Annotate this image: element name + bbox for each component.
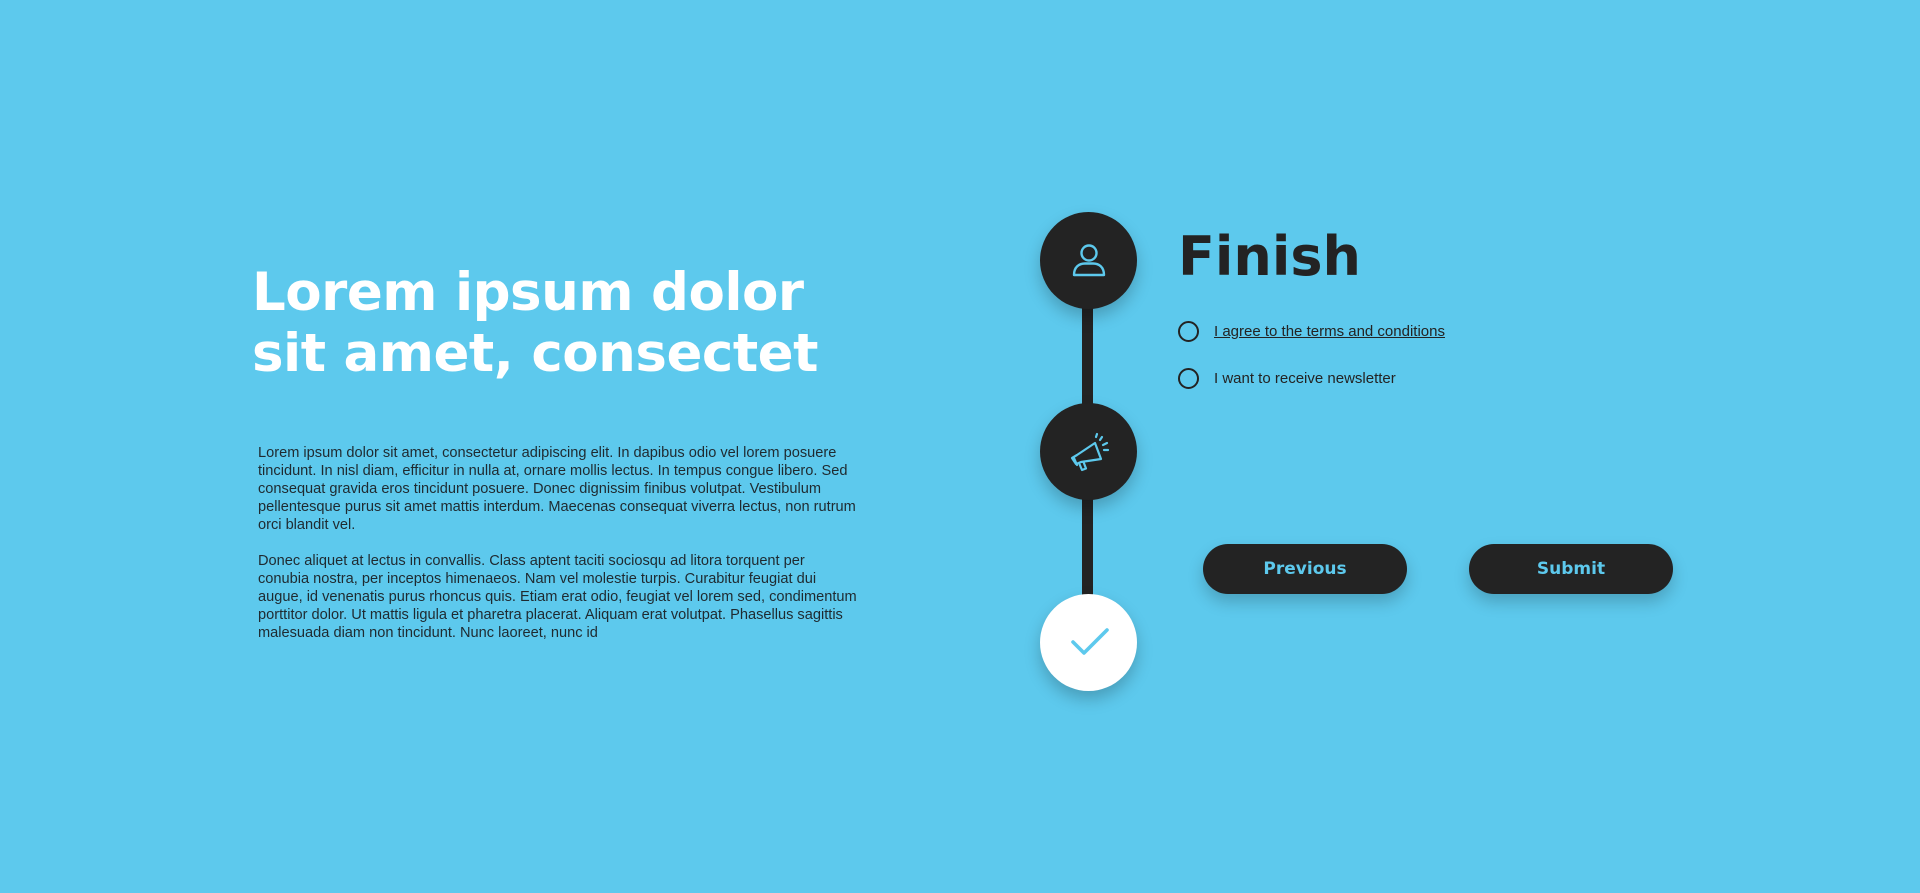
page: Lorem ipsum dolor sit amet, consectet Lo… bbox=[0, 0, 1920, 893]
paragraph: Donec aliquet at lectus in convallis. Cl… bbox=[258, 553, 857, 641]
headline: Lorem ipsum dolor sit amet, consectet bbox=[252, 262, 818, 384]
intro-text: Lorem ipsum dolor sit amet, consectetur … bbox=[258, 444, 858, 660]
terms-radio[interactable] bbox=[1178, 321, 1199, 342]
checkmark-icon bbox=[1070, 627, 1109, 655]
newsletter-label: I want to receive newsletter bbox=[1214, 370, 1396, 387]
submit-button[interactable]: Submit bbox=[1469, 544, 1673, 594]
user-icon bbox=[1072, 243, 1105, 276]
newsletter-radio[interactable] bbox=[1178, 368, 1199, 389]
terms-option[interactable]: I agree to the terms and conditions bbox=[1178, 321, 1445, 342]
step-finish[interactable] bbox=[1040, 594, 1137, 691]
previous-button[interactable]: Previous bbox=[1203, 544, 1407, 594]
step-title: Finish bbox=[1178, 225, 1361, 288]
step-announcement[interactable] bbox=[1040, 403, 1137, 500]
megaphone-icon bbox=[1070, 432, 1109, 471]
terms-label[interactable]: I agree to the terms and conditions bbox=[1214, 323, 1445, 340]
newsletter-option[interactable]: I want to receive newsletter bbox=[1178, 368, 1396, 389]
step-account[interactable] bbox=[1040, 212, 1137, 309]
paragraph: Lorem ipsum dolor sit amet, consectetur … bbox=[258, 445, 856, 533]
